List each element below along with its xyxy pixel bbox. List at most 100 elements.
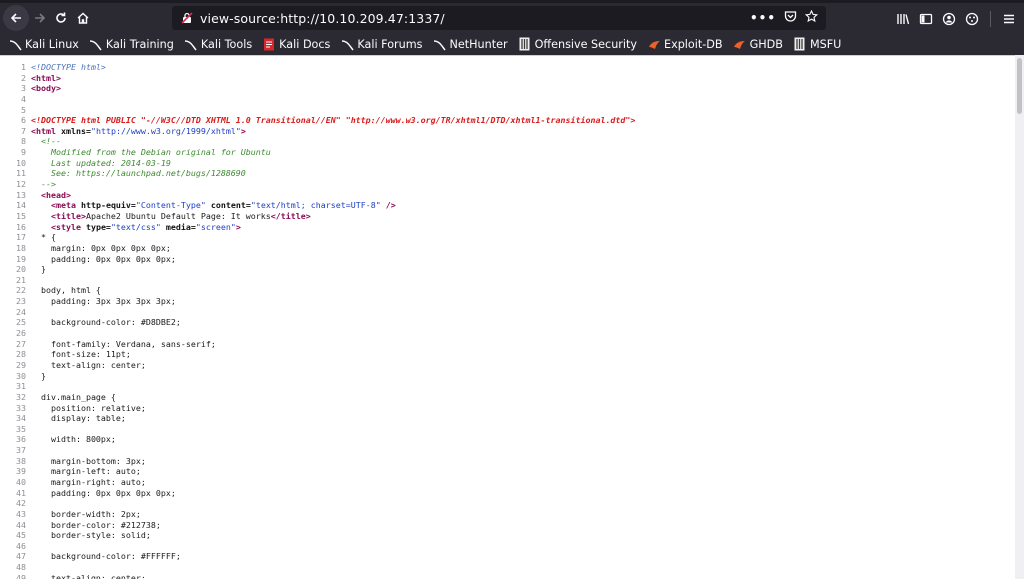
line-number: 30 bbox=[16, 370, 26, 381]
line-code: padding: 0px 0px 0px 0px; bbox=[31, 254, 176, 265]
line-number: 34 bbox=[16, 413, 26, 424]
code-token: <style bbox=[50, 221, 86, 232]
line-code: border-color: #212738; bbox=[31, 520, 161, 531]
source-line: 21 bbox=[0, 275, 1015, 286]
line-number: 42 bbox=[16, 498, 26, 509]
scrollbar-thumb[interactable] bbox=[1017, 58, 1022, 114]
bookmark-kali-linux[interactable]: Kali Linux bbox=[8, 37, 79, 51]
code-token: div.main_page { bbox=[31, 391, 116, 402]
line-code: Modified from the Debian original for Ub… bbox=[31, 147, 271, 158]
source-line: 33 position: relative; bbox=[0, 403, 1015, 414]
bookmark-nethunter[interactable]: NetHunter bbox=[432, 37, 508, 51]
home-button[interactable] bbox=[70, 5, 96, 31]
source-line: 26 bbox=[0, 328, 1015, 339]
bookmark-label: NetHunter bbox=[449, 37, 508, 51]
line-number: 6 bbox=[21, 115, 26, 126]
line-code: position: relative; bbox=[31, 403, 146, 414]
line-number: 26 bbox=[16, 328, 26, 339]
source-line: 41 padding: 0px 0px 0px 0px; bbox=[0, 488, 1015, 499]
home-icon bbox=[77, 12, 89, 24]
source-line: 3 <body> bbox=[0, 83, 1015, 94]
bookmark-star-icon[interactable] bbox=[804, 9, 819, 26]
source-line: 46 bbox=[0, 541, 1015, 552]
line-code: width: 800px; bbox=[31, 434, 116, 445]
line-number: 32 bbox=[16, 391, 26, 402]
bookmark-msfu[interactable]: MSFU bbox=[793, 37, 841, 51]
code-token: "text/html; charset=UTF-8" bbox=[250, 200, 381, 211]
code-token: <meta bbox=[50, 200, 81, 211]
line-code: <title>Apache2 Ubuntu Default Page: It w… bbox=[31, 211, 311, 222]
code-token: content= bbox=[205, 200, 251, 211]
source-line: 34 display: table; bbox=[0, 413, 1015, 424]
sidebar-icon[interactable] bbox=[919, 12, 933, 26]
code-token: media= bbox=[160, 221, 196, 232]
bookmark-label: Kali Linux bbox=[25, 37, 79, 51]
line-number: 18 bbox=[16, 242, 26, 253]
pocket-icon[interactable] bbox=[784, 10, 797, 26]
menu-icon[interactable] bbox=[1002, 12, 1016, 26]
line-code: } bbox=[31, 371, 46, 382]
source-line: 4 bbox=[0, 94, 1015, 105]
code-token: xmlns= bbox=[60, 125, 91, 136]
source-line: 12 --> bbox=[0, 179, 1015, 190]
source-line: 36 width: 800px; bbox=[0, 434, 1015, 445]
code-token: body, html { bbox=[31, 285, 101, 296]
code-token: "http://www.w3.org/1999/xhtml" bbox=[90, 125, 241, 136]
line-code: <head> bbox=[31, 190, 71, 201]
line-number: 43 bbox=[16, 508, 26, 519]
line-code: <!DOCTYPE html PUBLIC "-//W3C//DTD XHTML… bbox=[31, 115, 635, 126]
bookmark-kali-docs[interactable]: Kali Docs bbox=[262, 37, 330, 51]
code-token: padding: 0px 0px 0px 0px; bbox=[31, 487, 176, 498]
address-bar[interactable]: view-source:http://10.10.209.47:1337/ ••… bbox=[172, 6, 826, 30]
source-line: 38 margin-bottom: 3px; bbox=[0, 456, 1015, 467]
line-code: <body> bbox=[31, 83, 61, 94]
code-token: margin-left: auto; bbox=[31, 466, 141, 477]
code-token: http-equiv= bbox=[80, 200, 136, 211]
kali-dragon-icon bbox=[432, 37, 446, 51]
library-icon[interactable] bbox=[896, 12, 910, 26]
code-token: /> bbox=[380, 200, 396, 211]
vertical-scrollbar[interactable] bbox=[1015, 55, 1024, 579]
forward-arrow-icon bbox=[35, 13, 46, 23]
line-number: 22 bbox=[16, 285, 26, 296]
source-line: 24 bbox=[0, 307, 1015, 318]
insecure-connection-icon[interactable] bbox=[180, 11, 194, 25]
bookmark-kali-forums[interactable]: Kali Forums bbox=[340, 37, 422, 51]
bookmark-kali-training[interactable]: Kali Training bbox=[89, 37, 174, 51]
bookmark-label: MSFU bbox=[809, 37, 842, 51]
line-number: 39 bbox=[16, 466, 26, 477]
code-token: border-width: 2px; bbox=[31, 508, 141, 519]
source-line: 2 <html> bbox=[0, 73, 1015, 84]
line-number: 14 bbox=[16, 200, 26, 211]
source-line: 48 bbox=[0, 562, 1015, 573]
line-number: 35 bbox=[16, 423, 26, 434]
account-icon[interactable] bbox=[942, 12, 956, 26]
source-line: 39 margin-left: auto; bbox=[0, 466, 1015, 477]
bookmark-exploit-db[interactable]: Exploit-DB bbox=[647, 37, 723, 51]
code-token: > bbox=[235, 221, 241, 232]
line-code: <!DOCTYPE html> bbox=[31, 62, 106, 73]
source-line: 27 font-family: Verdana, sans-serif; bbox=[0, 339, 1015, 350]
bookmark-ghdb[interactable]: GHDB bbox=[733, 37, 783, 51]
back-button[interactable] bbox=[3, 5, 29, 31]
bookmark-label: GHDB bbox=[749, 37, 783, 51]
source-line: 44 border-color: #212738; bbox=[0, 520, 1015, 531]
code-token: border-color: #212738; bbox=[31, 519, 161, 530]
code-token: <!-- bbox=[41, 136, 61, 147]
code-token: font-size: 11pt; bbox=[31, 349, 131, 360]
line-number: 46 bbox=[16, 540, 26, 551]
bookmark-kali-tools[interactable]: Kali Tools bbox=[184, 37, 252, 51]
page-actions-icon[interactable]: ••• bbox=[750, 11, 776, 25]
line-number: 11 bbox=[16, 168, 26, 179]
bookmark-offensive-security[interactable]: Offensive Security bbox=[518, 37, 637, 51]
line-code: background-color: #D8DBE2; bbox=[31, 317, 181, 328]
extension-icon[interactable] bbox=[965, 12, 979, 26]
line-number: 1 bbox=[21, 62, 26, 72]
code-token: <html> bbox=[31, 72, 61, 83]
kali-dragon-icon bbox=[340, 37, 354, 51]
back-arrow-icon bbox=[10, 13, 21, 23]
reload-icon bbox=[56, 12, 66, 23]
